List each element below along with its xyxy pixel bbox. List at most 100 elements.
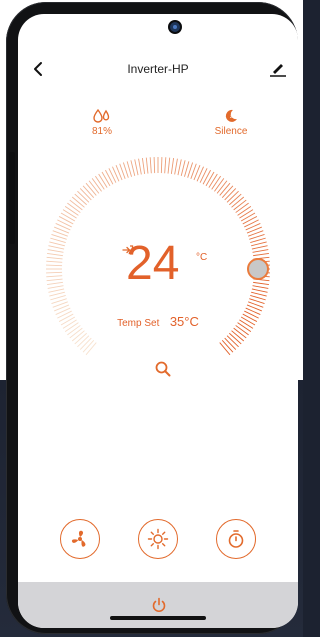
fan-button[interactable]: [60, 519, 100, 559]
dial-tick: [253, 281, 269, 286]
dial-knob[interactable]: [247, 258, 269, 280]
dial-tick: [251, 245, 268, 250]
timer-button[interactable]: [216, 519, 256, 559]
dial-tick: [82, 340, 95, 353]
temperature-unit: °C: [196, 252, 208, 263]
search-icon: [155, 361, 171, 377]
dial-tick: [47, 252, 63, 257]
dial-tick: [177, 159, 182, 176]
dial-tick: [71, 196, 85, 208]
search-button[interactable]: [154, 360, 172, 378]
dial-tick: [57, 219, 72, 228]
dial-tick: [77, 190, 90, 203]
dial-tick: [130, 160, 136, 176]
dial-tick: [226, 190, 239, 203]
dial-tick: [237, 205, 252, 216]
dial-tick: [250, 295, 266, 301]
temp-set-label: Temp Set: [117, 318, 160, 329]
current-temperature: 24: [126, 237, 180, 290]
dial-tick: [219, 342, 231, 356]
dial-tick: [46, 260, 63, 263]
dial-tick: [231, 330, 245, 342]
heat-mode-button[interactable]: [138, 519, 178, 559]
dial-tick: [138, 158, 142, 175]
dial-tick: [229, 193, 242, 206]
dial-tick: [224, 337, 237, 350]
dial-tick: [251, 241, 267, 247]
dial-tick: [47, 285, 64, 289]
dial-tick: [250, 237, 266, 243]
dial-tick: [49, 241, 65, 247]
dial-tick: [49, 291, 65, 297]
dial-tick: [160, 157, 163, 174]
side-button-left: [9, 152, 15, 244]
dial-tick: [46, 271, 63, 274]
dial-tick: [149, 157, 152, 174]
dial-tick: [214, 178, 225, 192]
dial-tick: [216, 180, 228, 194]
dial-tick: [71, 330, 85, 342]
dial-tick: [153, 157, 156, 174]
dial-tick: [184, 161, 190, 177]
dial-tick: [252, 249, 269, 253]
dial-tick: [244, 219, 259, 228]
fan-icon: [71, 530, 86, 547]
dial-tick: [67, 202, 81, 213]
power-button[interactable]: [150, 596, 168, 614]
dial-tick: [82, 185, 95, 198]
dial-tick: [91, 178, 102, 192]
dial-tick: [46, 264, 63, 267]
power-icon: [152, 597, 166, 613]
dial-tick: [226, 335, 239, 348]
dial-tick: [85, 342, 97, 356]
dial-tick: [251, 291, 267, 297]
dial-tick: [69, 199, 83, 211]
dial-tick: [231, 196, 245, 208]
dial-tick: [74, 332, 87, 345]
dial-tick: [105, 169, 114, 185]
dial-tick: [174, 158, 178, 175]
dial-tick: [88, 180, 100, 194]
temp-set-row: Temp Set 35°C: [18, 313, 298, 331]
dial-tick: [77, 335, 90, 348]
dial-tick: [60, 212, 76, 222]
dial-tick: [211, 175, 222, 190]
dial-tick: [199, 168, 208, 183]
dial-tick: [219, 182, 231, 196]
dial-tick: [221, 340, 234, 353]
dial-tick: [229, 332, 242, 345]
dial-tick: [253, 252, 269, 257]
dial-tick: [235, 202, 249, 213]
dial-tick: [62, 209, 77, 219]
dial-tick: [74, 193, 87, 206]
dial-tick: [126, 161, 132, 177]
sun-icon: [147, 528, 169, 550]
dial-tick: [98, 173, 108, 188]
dial-tick: [233, 199, 247, 211]
dial-tick: [58, 216, 74, 225]
dial-tick: [208, 173, 218, 188]
dial-tick: [47, 281, 63, 286]
temp-set-value: 35°C: [169, 314, 199, 329]
app-screen: Inverter-HP 81% z Silence 24 °C Temp Set…: [18, 14, 298, 628]
timer-icon: [228, 530, 244, 548]
dial-tick: [79, 337, 92, 350]
dial-tick: [50, 295, 66, 301]
dial-tick: [46, 278, 63, 282]
dial-tick: [240, 212, 256, 222]
dial-tick: [101, 171, 111, 187]
dial-tick: [94, 175, 105, 190]
dial-tick: [64, 205, 79, 216]
home-indicator: [110, 616, 206, 620]
dial-tick: [108, 168, 117, 183]
dial-tick: [48, 245, 65, 250]
dial-tick: [50, 237, 66, 243]
dial-tick: [145, 157, 149, 174]
dial-tick: [134, 159, 139, 176]
dial-tick: [46, 275, 63, 278]
dial-tick: [252, 285, 269, 289]
dial-tick: [239, 209, 254, 219]
dial-tick: [221, 185, 234, 198]
dial-tick: [46, 256, 63, 260]
dial-tick: [180, 160, 186, 176]
